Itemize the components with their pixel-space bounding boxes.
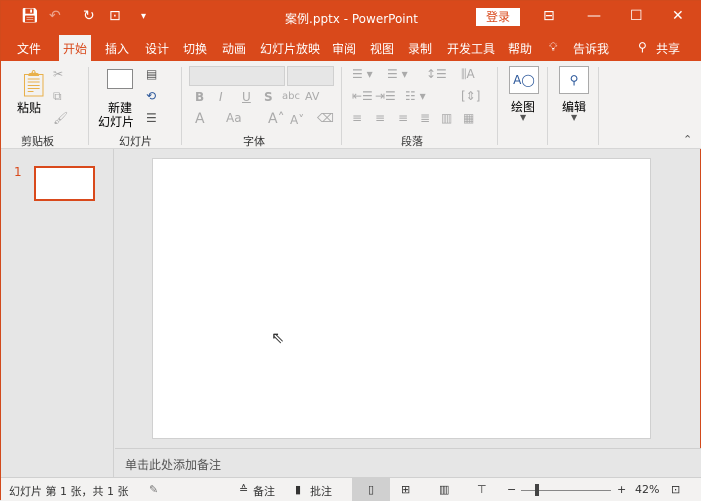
text-direction-icon[interactable]: ⫼A [461,67,475,82]
spell-check-icon[interactable]: ✎ [149,483,158,496]
drawing-dropdown-icon[interactable]: ▼ [520,113,526,122]
group-label-paragraph: 段落 [401,135,423,148]
align-left-icon[interactable]: ≡ [352,111,362,125]
tab-review[interactable]: 审阅 [332,40,356,57]
title-bar: 💾︎ ↶ ↻ ⊡ ▾ 案例.pptx - PowerPoint 登录 ⊟ — ☐… [1,1,701,33]
justify-icon[interactable]: ≣ [420,111,430,125]
layout-icon[interactable]: ▤ [146,67,157,81]
maximize-icon[interactable]: ☐ [630,8,643,24]
editing-dropdown-icon[interactable]: ▼ [571,113,577,122]
tab-view[interactable]: 视图 [370,40,394,57]
smartart-icon[interactable]: ▦ [463,111,474,125]
slide-sorter-button[interactable]: ⊞ [401,483,410,496]
align-center-icon[interactable]: ≡ [375,111,385,125]
slideshow-button[interactable]: ⊤ [477,483,487,496]
tab-slideshow[interactable]: 幻灯片放映 [260,40,320,57]
align-right-icon[interactable]: ≡ [398,111,408,125]
share-button[interactable]: 共享 [656,40,680,57]
notes-pane[interactable]: 单击此处添加备注 [115,448,701,477]
increase-font-icon[interactable]: A˄ [268,111,285,127]
bold-button[interactable]: B [195,90,204,104]
change-case-button[interactable]: Aa [226,111,242,125]
reset-icon[interactable]: ⟲ [146,89,156,103]
slide-thumbnail-pane: 1 [1,149,114,477]
login-button[interactable]: 登录 [476,8,520,26]
comments-icon[interactable]: ▮ [295,483,301,496]
tab-transitions[interactable]: 切换 [183,40,207,57]
search-icon[interactable]: ⚲ [559,66,589,94]
tab-help[interactable]: 帮助 [508,40,532,57]
numbering-icon[interactable]: ☰ ▾ [387,67,408,81]
slide-canvas[interactable] [152,158,651,439]
close-icon[interactable]: ✕ [672,8,684,24]
strikethrough-button[interactable]: abc [282,91,300,102]
tab-animations[interactable]: 动画 [222,40,246,57]
line-spacing-icon[interactable]: ↕☰ [426,67,447,81]
tab-record[interactable]: 录制 [408,40,432,57]
tell-me[interactable]: 告诉我 [573,40,609,57]
align-text-icon[interactable]: [⇕] [461,89,480,103]
group-label-clipboard: 剪贴板 [21,135,54,148]
reading-view-button[interactable]: ▥ [439,483,449,496]
comments-button[interactable]: 批注 [310,483,332,499]
new-slide-label-2[interactable]: 幻灯片 [98,113,134,130]
font-size-select[interactable] [287,66,334,86]
underline-button[interactable]: U [242,90,251,104]
slide-info: 幻灯片 第 1 张，共 1 张 [9,485,129,498]
italic-button[interactable]: I [219,90,223,104]
format-painter-icon[interactable]: 🖌︎ [53,111,68,125]
group-label-slides: 幻灯片 [119,135,152,148]
bullets-icon[interactable]: ☰ ▾ [352,67,373,81]
lightbulb-icon: 💡︎ [549,40,558,54]
cut-icon[interactable]: ✂ [53,67,63,81]
tab-home[interactable]: 开始 [59,35,92,61]
notes-button[interactable]: 备注 [253,483,275,499]
slide-number: 1 [14,165,22,179]
zoom-out-button[interactable]: − [507,483,516,496]
font-color-button[interactable]: A [195,111,205,127]
decrease-indent-icon[interactable]: ⇤☰ [352,89,373,103]
status-bar: 幻灯片 第 1 张，共 1 张 ✎ ≙ 备注 ▮ 批注 ▯ ⊞ ▥ ⊤ − + … [1,477,701,501]
shadow-button[interactable]: S [264,90,273,104]
ribbon-display-icon[interactable]: ⊟ [543,8,555,24]
drawing-icon[interactable]: A◯ [509,66,539,94]
paste-button[interactable]: 粘贴 [17,99,41,116]
columns-icon[interactable]: ☷ ▾ [405,89,426,103]
normal-view-button[interactable]: ▯ [352,478,390,501]
tab-developer[interactable]: 开发工具 [447,40,495,57]
copy-icon[interactable]: ⧉ [53,89,62,104]
section-icon[interactable]: ☰ [146,111,157,125]
new-slide-icon[interactable] [107,69,133,89]
zoom-slider-thumb[interactable] [535,484,539,496]
collapse-ribbon-icon[interactable]: ⌃ [683,133,692,146]
mouse-cursor-icon: ⇖ [271,328,285,347]
slide-thumbnail[interactable] [34,166,95,201]
group-label-font: 字体 [243,135,265,148]
zoom-level[interactable]: 42% [635,483,659,496]
font-name-select[interactable] [189,66,285,86]
ribbon: 📋︎ 粘贴 ✂ ⧉ 🖌︎ 剪贴板 新建 幻灯片 ▤ ⟲ ☰ 幻灯片 B I U … [1,61,701,149]
notes-icon[interactable]: ≙ [239,483,248,496]
char-spacing-button[interactable]: AV [305,90,319,103]
tab-insert[interactable]: 插入 [105,40,129,57]
increase-indent-icon[interactable]: ⇥☰ [375,89,396,103]
ribbon-tabs: 文件 开始 插入 设计 切换 动画 幻灯片放映 审阅 视图 录制 开发工具 帮助… [1,33,701,61]
paste-icon[interactable]: 📋︎ [17,69,50,99]
minimize-icon[interactable]: — [587,8,601,24]
decrease-font-icon[interactable]: A˅ [290,113,304,127]
distribute-icon[interactable]: ▥ [441,111,452,125]
zoom-in-button[interactable]: + [617,483,626,496]
tab-file[interactable]: 文件 [17,40,41,57]
share-icon[interactable]: ⚲ [638,40,647,54]
tab-design[interactable]: 设计 [145,40,169,57]
fit-to-window-icon[interactable]: ⊡ [671,483,680,496]
clear-format-icon[interactable]: ⌫ [317,111,334,125]
